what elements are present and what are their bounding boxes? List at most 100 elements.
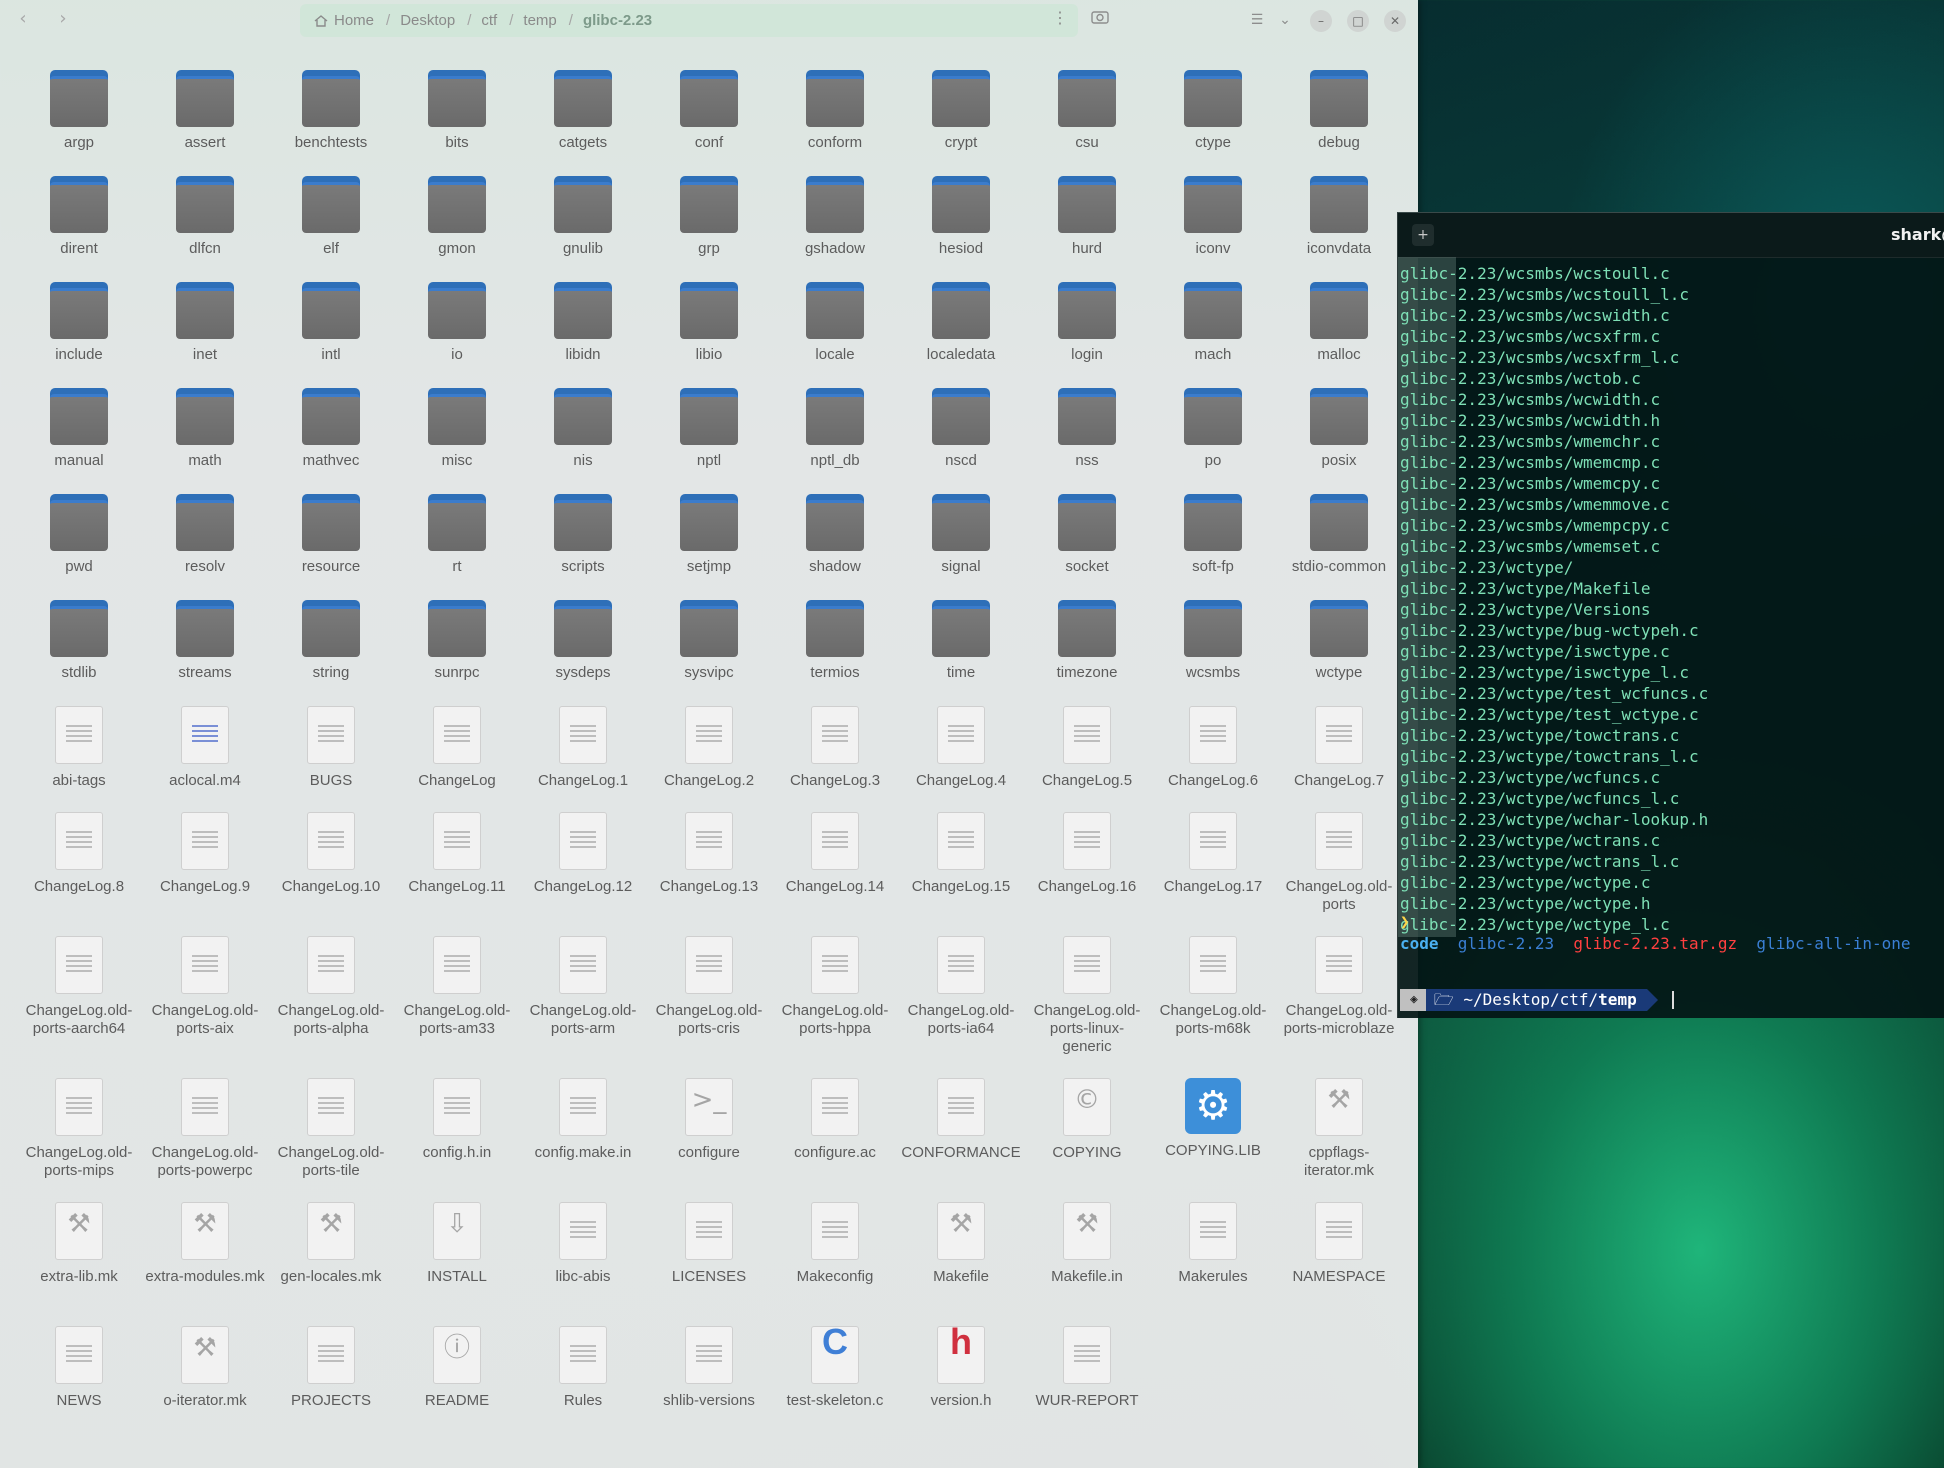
folder-item[interactable]: stdlib (17, 600, 141, 682)
folder-item[interactable]: resource (269, 494, 393, 576)
folder-item[interactable]: streams (143, 600, 267, 682)
file-item[interactable]: ChangeLog.17 (1151, 812, 1275, 896)
folder-item[interactable]: termios (773, 600, 897, 682)
file-item[interactable]: Rules (521, 1326, 645, 1410)
file-item[interactable]: aclocal.m4 (143, 706, 267, 790)
file-item[interactable]: ChangeLog.7 (1277, 706, 1401, 790)
folder-item[interactable]: debug (1277, 70, 1401, 152)
file-item[interactable]: >_ configure (647, 1078, 771, 1162)
file-item[interactable]: ChangeLog.old-ports-microblaze (1277, 936, 1401, 1038)
file-item[interactable]: ChangeLog.2 (647, 706, 771, 790)
file-item[interactable]: ChangeLog.old-ports-aix (143, 936, 267, 1038)
folder-item[interactable]: csu (1025, 70, 1149, 152)
file-item[interactable]: ⚒ extra-lib.mk (17, 1202, 141, 1286)
file-item[interactable]: ⚒ Makefile.in (1025, 1202, 1149, 1286)
folder-item[interactable]: gshadow (773, 176, 897, 258)
file-item[interactable]: ⚒ gen-locales.mk (269, 1202, 393, 1286)
file-item[interactable]: Makerules (1151, 1202, 1275, 1286)
folder-item[interactable]: wcsmbs (1151, 600, 1275, 682)
folder-item[interactable]: scripts (521, 494, 645, 576)
folder-item[interactable]: dirent (17, 176, 141, 258)
folder-item[interactable]: assert (143, 70, 267, 152)
folder-item[interactable]: manual (17, 388, 141, 470)
file-item[interactable]: WUR-REPORT (1025, 1326, 1149, 1410)
folder-item[interactable]: crypt (899, 70, 1023, 152)
file-item[interactable]: ChangeLog.old-ports-aarch64 (17, 936, 141, 1038)
folder-item[interactable]: dlfcn (143, 176, 267, 258)
folder-item[interactable]: inet (143, 282, 267, 364)
file-item[interactable]: ChangeLog.14 (773, 812, 897, 896)
file-item[interactable]: © COPYING (1025, 1078, 1149, 1162)
folder-item[interactable]: malloc (1277, 282, 1401, 364)
folder-item[interactable]: conform (773, 70, 897, 152)
file-item[interactable]: Ctest-skeleton.c (773, 1324, 897, 1410)
folder-item[interactable]: hurd (1025, 176, 1149, 258)
file-item[interactable]: PROJECTS (269, 1326, 393, 1410)
folder-item[interactable]: localedata (899, 282, 1023, 364)
folder-item[interactable]: gnulib (521, 176, 645, 258)
file-item[interactable]: configure.ac (773, 1078, 897, 1162)
file-item[interactable]: LICENSES (647, 1202, 771, 1286)
file-item[interactable]: ⚒ cppflags-iterator.mk (1277, 1078, 1401, 1180)
file-item[interactable]: NAMESPACE (1277, 1202, 1401, 1286)
terminal-window[interactable]: + shark@ glibc-2.23/wcsmbs/wcstoull.cgli… (1397, 212, 1944, 1018)
file-item[interactable]: CONFORMANCE (899, 1078, 1023, 1162)
folder-item[interactable]: argp (17, 70, 141, 152)
file-item[interactable]: ⓘ README (395, 1326, 519, 1410)
file-item[interactable]: ChangeLog.16 (1025, 812, 1149, 896)
file-item[interactable]: ChangeLog.old-ports (1277, 812, 1401, 914)
file-item[interactable]: ChangeLog.10 (269, 812, 393, 896)
folder-item[interactable]: sysvipc (647, 600, 771, 682)
folder-item[interactable]: mathvec (269, 388, 393, 470)
folder-item[interactable]: sysdeps (521, 600, 645, 682)
folder-item[interactable]: include (17, 282, 141, 364)
file-item[interactable]: ChangeLog.old-ports-tile (269, 1078, 393, 1180)
folder-item[interactable]: shadow (773, 494, 897, 576)
file-item[interactable]: BUGS (269, 706, 393, 790)
terminal-output[interactable]: glibc-2.23/wcsmbs/wcstoull.c glibc-2.23/w… (1398, 257, 1944, 1018)
folder-item[interactable]: misc (395, 388, 519, 470)
folder-item[interactable]: nss (1025, 388, 1149, 470)
file-item[interactable]: ChangeLog.3 (773, 706, 897, 790)
folder-item[interactable]: catgets (521, 70, 645, 152)
folder-item[interactable]: nscd (899, 388, 1023, 470)
file-item[interactable]: ChangeLog.13 (647, 812, 771, 896)
folder-item[interactable]: io (395, 282, 519, 364)
folder-item[interactable]: libio (647, 282, 771, 364)
file-item[interactable]: config.make.in (521, 1078, 645, 1162)
file-item[interactable]: ChangeLog.old-ports-m68k (1151, 936, 1275, 1038)
folder-item[interactable]: nis (521, 388, 645, 470)
file-item[interactable]: ChangeLog.old-ports-alpha (269, 936, 393, 1038)
file-item[interactable]: ChangeLog.5 (1025, 706, 1149, 790)
file-item[interactable]: ⚒ Makefile (899, 1202, 1023, 1286)
folder-item[interactable]: soft-fp (1151, 494, 1275, 576)
file-item[interactable]: ChangeLog.old-ports-linux-generic (1025, 936, 1149, 1056)
file-item[interactable]: ⇩ INSTALL (395, 1202, 519, 1286)
folder-item[interactable]: sunrpc (395, 600, 519, 682)
file-item[interactable]: ChangeLog.old-ports-ia64 (899, 936, 1023, 1038)
file-item[interactable]: Makeconfig (773, 1202, 897, 1286)
folder-item[interactable]: elf (269, 176, 393, 258)
folder-item[interactable]: nptl_db (773, 388, 897, 470)
folder-item[interactable]: resolv (143, 494, 267, 576)
folder-item[interactable]: ctype (1151, 70, 1275, 152)
folder-item[interactable]: gmon (395, 176, 519, 258)
file-item[interactable]: ChangeLog.12 (521, 812, 645, 896)
file-item[interactable]: NEWS (17, 1326, 141, 1410)
file-item[interactable]: ChangeLog.old-ports-hppa (773, 936, 897, 1038)
file-item[interactable]: ChangeLog.8 (17, 812, 141, 896)
folder-item[interactable]: iconvdata (1277, 176, 1401, 258)
folder-item[interactable]: conf (647, 70, 771, 152)
folder-item[interactable]: socket (1025, 494, 1149, 576)
folder-item[interactable]: timezone (1025, 600, 1149, 682)
folder-item[interactable]: posix (1277, 388, 1401, 470)
file-item[interactable]: h version.h (899, 1324, 1023, 1410)
file-item[interactable]: ChangeLog.9 (143, 812, 267, 896)
file-item[interactable]: ⚒ o-iterator.mk (143, 1326, 267, 1410)
folder-item[interactable]: intl (269, 282, 393, 364)
new-tab-icon[interactable]: + (1412, 224, 1434, 246)
file-item[interactable]: ChangeLog.old-ports-cris (647, 936, 771, 1038)
folder-item[interactable]: hesiod (899, 176, 1023, 258)
folder-item[interactable]: signal (899, 494, 1023, 576)
file-item[interactable]: ChangeLog (395, 706, 519, 790)
